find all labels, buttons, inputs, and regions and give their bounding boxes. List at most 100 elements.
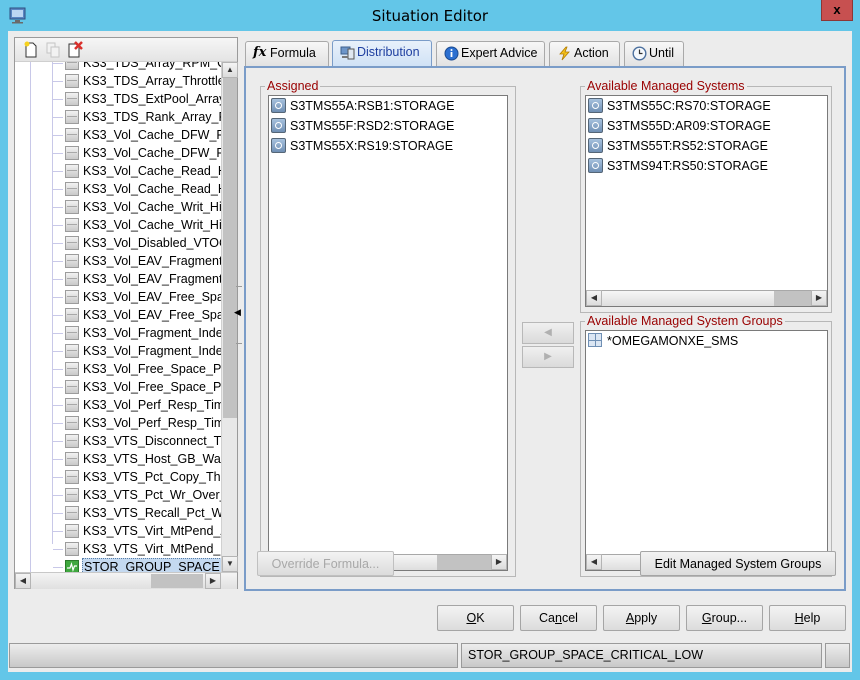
tree-item-label: KS3_Vol_EAV_Free_Spac xyxy=(83,290,221,304)
assigned-list[interactable]: S3TMS55A:RSB1:STORAGE S3TMS55F:RSD2:STORA… xyxy=(268,95,508,571)
tree-item[interactable]: KS3_Vol_Perf_Resp_Tim xyxy=(53,396,221,414)
available-systems-horizontal-scrollbar[interactable]: ◀ ▶ xyxy=(586,290,827,306)
tree-connector xyxy=(53,567,63,568)
distribution-panel: Assigned S3TMS55A:RSB1:STORAGE S3TMS55F:R… xyxy=(244,66,846,591)
tree-item[interactable]: KS3_Vol_Free_Space_Pc xyxy=(53,378,221,396)
tree-item-selected[interactable]: STOR_GROUP_SPACE_C xyxy=(53,558,221,572)
tree-item[interactable]: KS3_Vol_Cache_DFW_R xyxy=(53,144,221,162)
tree-item[interactable]: KS3_Vol_Cache_Writ_Hit xyxy=(53,198,221,216)
collapse-left-icon[interactable]: ◀ xyxy=(234,307,241,318)
tree-item[interactable]: KS3_Vol_Fragment_Index xyxy=(53,324,221,342)
tree-item[interactable]: KS3_VTS_Host_GB_War xyxy=(53,450,221,468)
situation-tree: KS3_TDS_Array_RPM_Cr KS3_TDS_Array_Thrott… xyxy=(15,62,221,572)
tab-until[interactable]: Until xyxy=(624,41,684,66)
scroll-up-icon[interactable]: ▲ xyxy=(222,62,238,78)
scroll-thumb[interactable] xyxy=(223,78,237,418)
scroll-left-icon[interactable]: ◀ xyxy=(15,573,31,589)
tree-item[interactable]: KS3_Vol_EAV_Free_Spac xyxy=(53,306,221,324)
scroll-thumb[interactable] xyxy=(774,291,812,306)
managed-system-icon xyxy=(271,138,286,153)
situation-node-icon xyxy=(65,488,79,502)
situation-node-icon xyxy=(65,110,79,124)
tree-connector xyxy=(53,405,63,406)
tree-connector xyxy=(53,333,63,334)
scroll-down-icon[interactable]: ▼ xyxy=(222,556,238,572)
scroll-right-icon[interactable]: ▶ xyxy=(491,554,507,570)
tab-formula[interactable]: fx Formula xyxy=(245,41,329,66)
tree-connector xyxy=(53,441,63,442)
tree-item[interactable]: KS3_Vol_Cache_Read_H xyxy=(53,162,221,180)
tree-connector xyxy=(53,369,63,370)
tab-distribution[interactable]: Distribution xyxy=(332,40,432,67)
tree-connector xyxy=(53,117,63,118)
tree-item[interactable]: KS3_VTS_Disconnect_Ti xyxy=(53,432,221,450)
scroll-left-icon[interactable]: ◀ xyxy=(586,290,602,306)
tree-item[interactable]: KS3_Vol_Cache_Read_H xyxy=(53,180,221,198)
tree-item[interactable]: KS3_Vol_EAV_Free_Spac xyxy=(53,288,221,306)
available-groups-list[interactable]: *OMEGAMONXE_SMS ◀ ▶ xyxy=(585,330,828,571)
tree-item[interactable]: KS3_Vol_Cache_Writ_Hit xyxy=(53,216,221,234)
tree-item[interactable]: KS3_VTS_Virt_MtPend_Av xyxy=(53,522,221,540)
tree-item-label: KS3_VTS_Virt_MtPend_M xyxy=(83,542,221,556)
tree-connector xyxy=(53,207,63,208)
scroll-left-icon[interactable]: ◀ xyxy=(586,554,602,570)
scroll-thumb[interactable] xyxy=(437,555,491,570)
tree-connector xyxy=(53,459,63,460)
copy-situation-icon[interactable] xyxy=(45,41,61,58)
tree-item[interactable]: KS3_VTS_Pct_Copy_Thro xyxy=(53,468,221,486)
tree-item[interactable]: KS3_Vol_Perf_Resp_Tim xyxy=(53,414,221,432)
tree-item-label: KS3_Vol_Cache_Writ_Hit xyxy=(83,218,221,232)
edit-managed-system-groups-button[interactable]: Edit Managed System Groups xyxy=(640,551,836,576)
group-button[interactable]: Group... xyxy=(686,605,763,631)
tree-horizontal-scrollbar[interactable]: ◀ ▶ xyxy=(15,572,237,589)
tree-item[interactable]: KS3_VTS_Recall_Pct_Wa xyxy=(53,504,221,522)
tree-connector xyxy=(53,81,63,82)
situation-node-icon xyxy=(65,380,79,394)
distribution-icon xyxy=(340,46,355,60)
tree-item[interactable]: KS3_TDS_ExtPool_Array_ xyxy=(53,90,221,108)
new-situation-icon[interactable] xyxy=(23,41,39,58)
tree-connector xyxy=(53,225,63,226)
available-groups-label: Available Managed System Groups xyxy=(585,314,785,328)
scroll-right-icon[interactable]: ▶ xyxy=(205,573,221,589)
window-title: Situation Editor xyxy=(371,7,489,25)
tree-item[interactable]: KS3_Vol_Free_Space_Pc xyxy=(53,360,221,378)
mnemonic: G xyxy=(701,611,712,625)
tree-item[interactable]: KS3_Vol_Cache_DFW_R xyxy=(53,126,221,144)
tree-item[interactable]: KS3_TDS_Rank_Array_P xyxy=(53,108,221,126)
tree-connector xyxy=(53,297,63,298)
tree-item-label: KS3_Vol_Cache_Read_H xyxy=(83,164,221,178)
tree-item[interactable]: KS3_TDS_Array_Throttled xyxy=(53,72,221,90)
scroll-thumb[interactable] xyxy=(151,574,203,588)
tree-connector xyxy=(53,423,63,424)
available-systems-list[interactable]: S3TMS55C:RS70:STORAGE S3TMS55D:AR09:STORA… xyxy=(585,95,828,307)
ok-button[interactable]: OK xyxy=(437,605,514,631)
tree-item[interactable]: KS3_Vol_Fragment_Index xyxy=(53,342,221,360)
tree-item-label: KS3_VTS_Disconnect_Ti xyxy=(83,434,221,448)
situation-node-icon xyxy=(65,344,79,358)
list-item-label: *OMEGAMONXE_SMS xyxy=(607,334,739,348)
tree-item[interactable]: KS3_TDS_Array_RPM_Cr xyxy=(53,62,221,72)
tree-item[interactable]: KS3_Vol_Disabled_VTOC xyxy=(53,234,221,252)
tab-expert-advice[interactable]: Expert Advice xyxy=(436,41,545,66)
help-button[interactable]: Help xyxy=(769,605,846,631)
scroll-right-icon[interactable]: ▶ xyxy=(811,290,827,306)
tree-connector xyxy=(53,135,63,136)
tree-item[interactable]: KS3_VTS_Pct_Wr_Over_T xyxy=(53,486,221,504)
delete-situation-icon[interactable] xyxy=(67,41,83,58)
move-right-button[interactable]: ▶ xyxy=(522,346,574,368)
tree-item[interactable]: KS3_Vol_EAV_Fragment_ xyxy=(53,270,221,288)
tree-item[interactable]: KS3_Vol_EAV_Fragment_ xyxy=(53,252,221,270)
situation-node-icon xyxy=(65,434,79,448)
tree-connector xyxy=(53,243,63,244)
cancel-button[interactable]: Cancel xyxy=(520,605,597,631)
apply-button[interactable]: Apply xyxy=(603,605,680,631)
tree-item[interactable]: KS3_VTS_Virt_MtPend_M xyxy=(53,540,221,558)
situation-node-icon xyxy=(65,92,79,106)
info-icon xyxy=(444,46,459,61)
move-left-button[interactable]: ◀ xyxy=(522,322,574,344)
close-button[interactable]: x xyxy=(821,0,853,21)
override-formula-button[interactable]: Override Formula... xyxy=(257,551,394,576)
tab-action[interactable]: Action xyxy=(549,41,620,66)
tree-item-label: KS3_VTS_Virt_MtPend_Av xyxy=(83,524,221,538)
